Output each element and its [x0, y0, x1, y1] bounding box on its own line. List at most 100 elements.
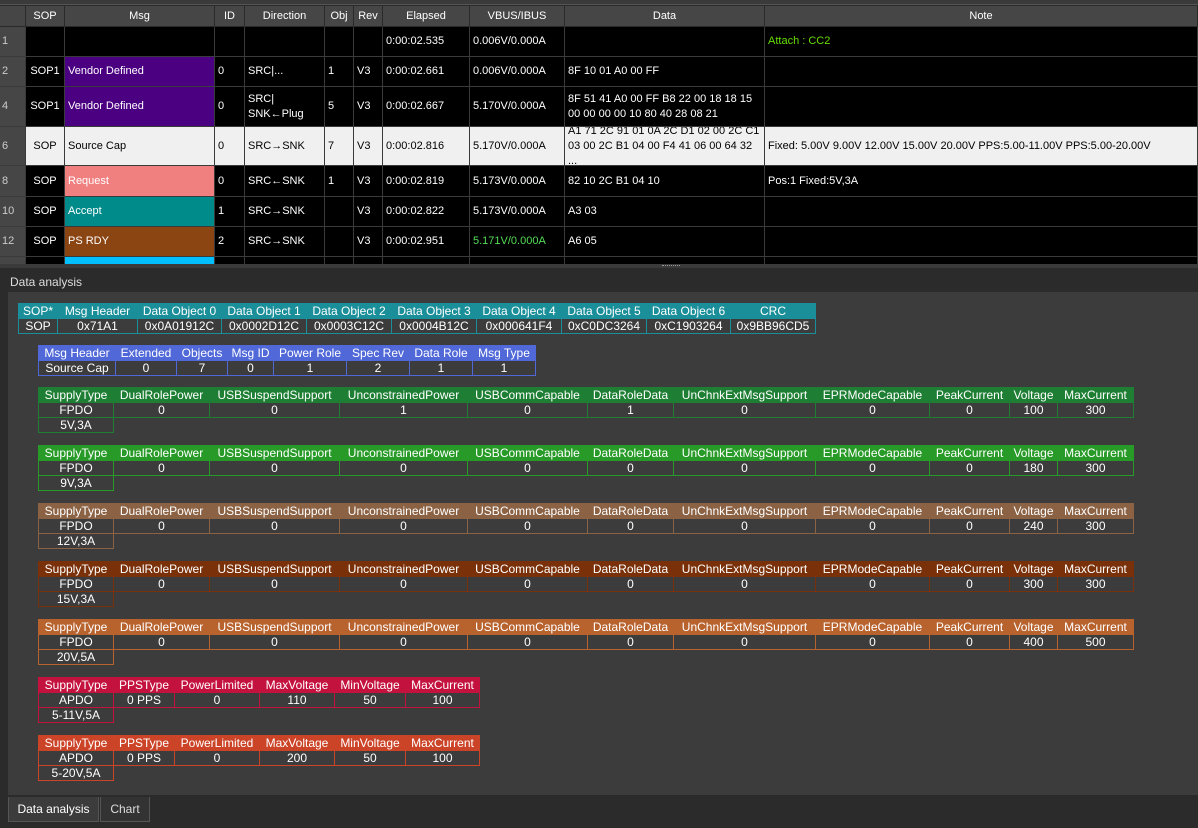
field-value[interactable]: 50: [334, 750, 406, 766]
message-grid[interactable]: SOP Msg ID Direction Obj Rev Elapsed VBUS/IBUS D…: [0, 6, 1198, 264]
cell-direction[interactable]: SRC→SNK: [245, 227, 325, 257]
field-value[interactable]: 0: [587, 576, 674, 592]
field-value[interactable]: 0x0A01912C: [137, 318, 222, 334]
field-value[interactable]: 300: [1057, 402, 1134, 418]
field-value[interactable]: 110: [259, 692, 335, 708]
cell-id[interactable]: 0: [215, 166, 245, 197]
cell-rev[interactable]: V3: [354, 166, 383, 197]
field-value[interactable]: 1: [472, 360, 536, 376]
field-value[interactable]: 1: [339, 402, 468, 418]
field-value[interactable]: 0: [815, 576, 930, 592]
cell-vbus[interactable]: 5.170V/0.000A: [470, 87, 565, 127]
cell-id[interactable]: [215, 27, 245, 57]
field-value[interactable]: 100: [405, 750, 480, 766]
cell-vbus[interactable]: 5.173V/0.000A: [470, 166, 565, 197]
field-value[interactable]: 0: [467, 634, 588, 650]
field-value[interactable]: 0: [209, 518, 340, 534]
field-value[interactable]: 0: [209, 402, 340, 418]
field-value[interactable]: 0: [673, 576, 816, 592]
field-value[interactable]: 0x0002D12C: [221, 318, 307, 334]
field-value[interactable]: 300: [1057, 576, 1134, 592]
cell-obj[interactable]: [325, 27, 354, 57]
cell-rev[interactable]: V3: [354, 227, 383, 257]
field-value[interactable]: 0: [815, 460, 930, 476]
cell-sop[interactable]: SOP1: [26, 57, 65, 87]
field-value[interactable]: 0: [113, 460, 210, 476]
field-value[interactable]: 0: [115, 360, 177, 376]
field-value[interactable]: 400: [1009, 634, 1058, 650]
sop-header[interactable]: SOP: [26, 6, 65, 27]
field-value[interactable]: 240: [1009, 518, 1058, 534]
field-value[interactable]: FPDO: [38, 460, 114, 476]
cell-elapsed[interactable]: 0:00:02.951: [383, 227, 470, 257]
field-value[interactable]: FPDO: [38, 402, 114, 418]
cell-sop[interactable]: [26, 257, 65, 264]
field-value[interactable]: 0 PPS: [113, 750, 175, 766]
field-value[interactable]: 0: [113, 402, 210, 418]
cell-elapsed[interactable]: [383, 257, 470, 264]
cell-sop[interactable]: SOP: [26, 166, 65, 197]
field-value[interactable]: 0: [815, 402, 930, 418]
cell-msg[interactable]: Vendor Defined: [65, 57, 215, 87]
row-number[interactable]: 2: [0, 57, 26, 87]
cell-sop[interactable]: SOP1: [26, 87, 65, 127]
field-value[interactable]: FPDO: [38, 634, 114, 650]
cell-data[interactable]: A1 71 2C 91 01 0A 2C D1 02 00 2C C1 03 0…: [565, 127, 765, 166]
cell-id[interactable]: 2: [215, 227, 245, 257]
field-value[interactable]: 500: [1057, 634, 1134, 650]
cell-data[interactable]: 82 10 2C B1 04 10: [565, 166, 765, 197]
field-value[interactable]: 0: [227, 360, 274, 376]
field-value[interactable]: 0: [929, 576, 1010, 592]
cell-direction[interactable]: SRC→SNK: [245, 197, 325, 227]
field-value[interactable]: 0: [929, 518, 1010, 534]
field-value[interactable]: 0: [339, 576, 468, 592]
field-value[interactable]: 100: [1009, 402, 1058, 418]
field-value[interactable]: 0: [339, 518, 468, 534]
field-value[interactable]: APDO: [38, 750, 114, 766]
cell-msg[interactable]: Vendor Defined: [65, 87, 215, 127]
cell-data[interactable]: A3 03: [565, 197, 765, 227]
cell-data[interactable]: 8F 51 41 A0 00 FF B8 22 00 18 18 15 00 0…: [565, 87, 765, 127]
row-number[interactable]: [0, 257, 26, 264]
field-value[interactable]: 0: [587, 460, 674, 476]
cell-obj[interactable]: 7: [325, 127, 354, 166]
cell-obj[interactable]: [325, 257, 354, 264]
cell-rev[interactable]: V3: [354, 57, 383, 87]
cell-sop[interactable]: [26, 27, 65, 57]
row-number[interactable]: 8: [0, 166, 26, 197]
tab-chart[interactable]: Chart: [100, 797, 150, 822]
field-value[interactable]: 0: [587, 634, 674, 650]
cell-data[interactable]: 8F 10 01 A0 00 FF: [565, 57, 765, 87]
vbus-header[interactable]: VBUS/IBUS: [470, 6, 565, 27]
elapsed-header[interactable]: Elapsed: [383, 6, 470, 27]
cell-msg[interactable]: [65, 257, 215, 264]
field-value[interactable]: 0: [929, 460, 1010, 476]
field-value[interactable]: Source Cap: [38, 360, 116, 376]
field-value[interactable]: 1: [587, 402, 674, 418]
cell-obj[interactable]: [325, 197, 354, 227]
field-value[interactable]: 100: [405, 692, 480, 708]
field-value[interactable]: 0: [339, 460, 468, 476]
cell-direction[interactable]: SRC| SNK←Plug: [245, 87, 325, 127]
field-value[interactable]: 0x0004B12C: [391, 318, 477, 334]
cell-obj[interactable]: 1: [325, 166, 354, 197]
field-value[interactable]: 0xC0DC3264: [561, 318, 647, 334]
field-value[interactable]: 300: [1009, 576, 1058, 592]
field-value[interactable]: 0: [929, 402, 1010, 418]
row-number[interactable]: 6: [0, 127, 26, 166]
cell-vbus[interactable]: [470, 257, 565, 264]
cell-rev[interactable]: [354, 27, 383, 57]
field-value[interactable]: 2: [346, 360, 410, 376]
field-value[interactable]: 0xC1903264: [646, 318, 731, 334]
row-number[interactable]: 4: [0, 87, 26, 127]
field-value[interactable]: 180: [1009, 460, 1058, 476]
field-value[interactable]: 0: [174, 692, 260, 708]
field-value[interactable]: 0: [209, 460, 340, 476]
field-value[interactable]: 0: [467, 402, 588, 418]
cell-data[interactable]: A6 05: [565, 227, 765, 257]
field-value[interactable]: 0: [673, 402, 816, 418]
cell-msg[interactable]: Source Cap: [65, 127, 215, 166]
obj-header[interactable]: Obj: [325, 6, 354, 27]
tab-data-analysis[interactable]: Data analysis: [8, 797, 99, 822]
grip-icon[interactable]: [662, 265, 680, 267]
